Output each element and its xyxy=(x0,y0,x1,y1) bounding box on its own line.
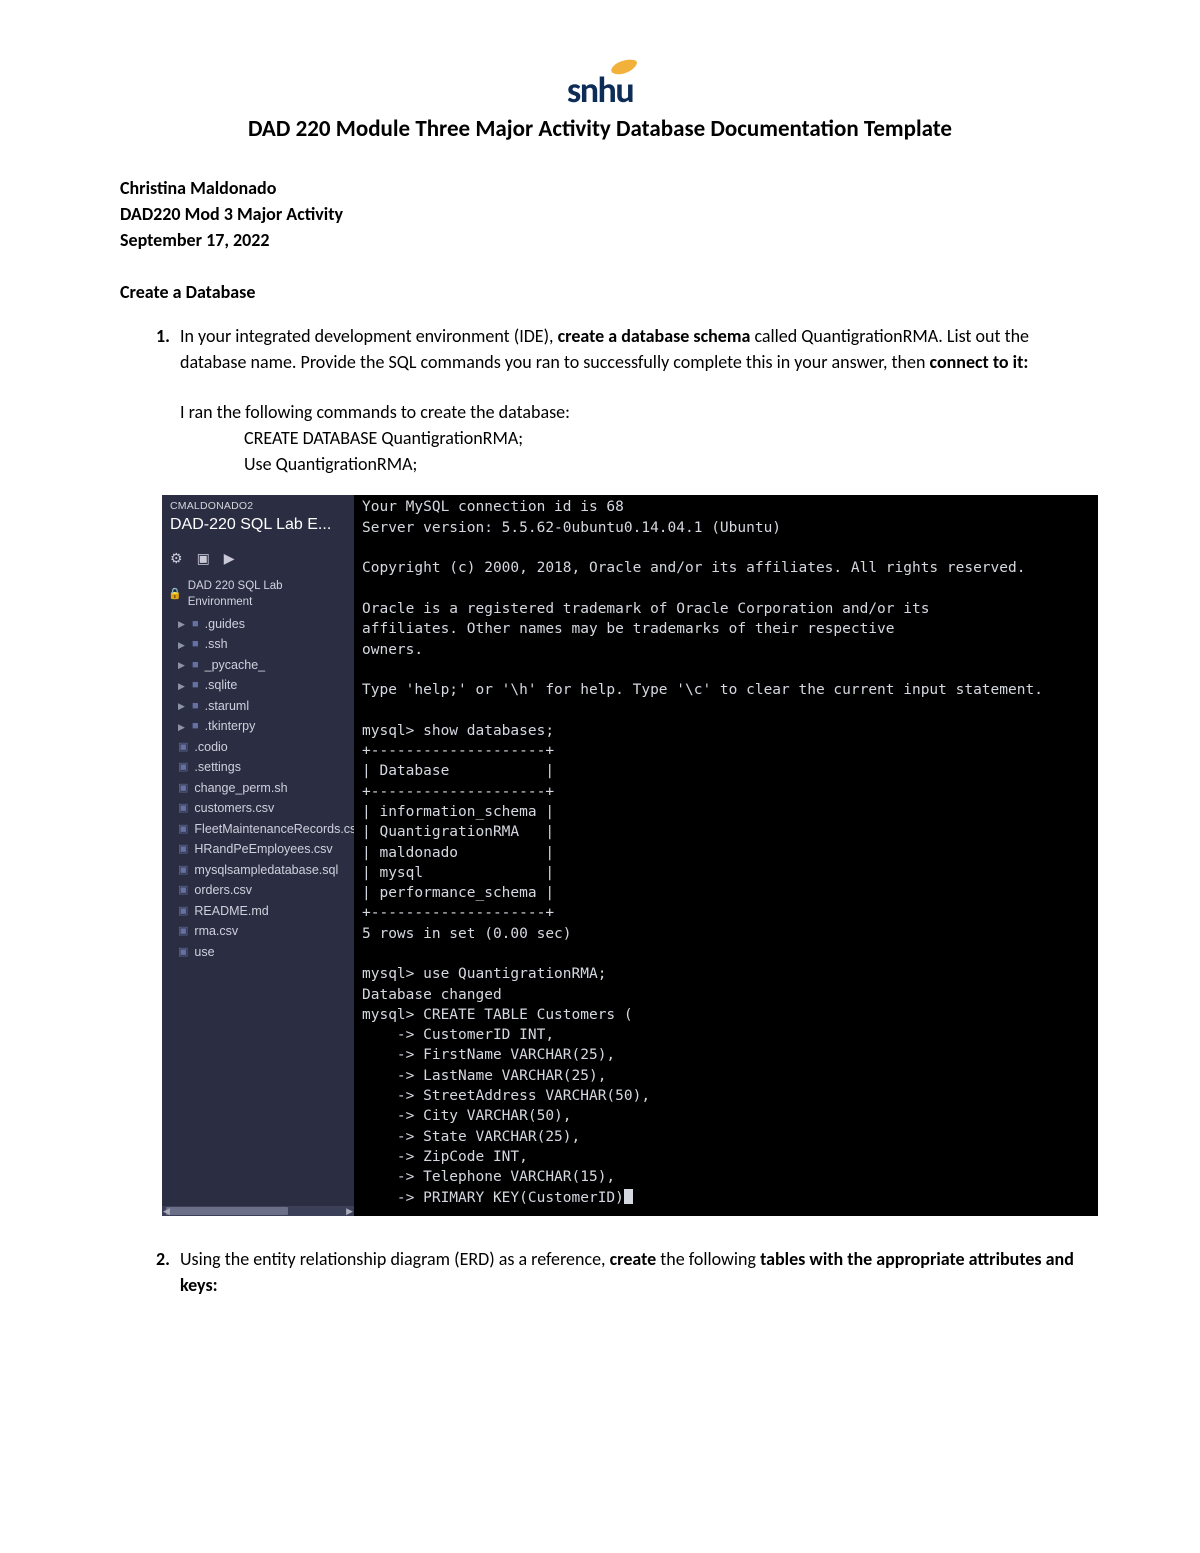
tree-folder[interactable]: ▶■_pycache_ xyxy=(168,655,354,676)
sidebar-username: CMALDONADO2 xyxy=(162,495,354,514)
tree-file[interactable]: ▣README.md xyxy=(168,901,354,922)
tree-file[interactable]: ▣customers.csv xyxy=(168,799,354,820)
tree-file[interactable]: ▣change_perm.sh xyxy=(168,778,354,799)
tree-file[interactable]: ▣.settings xyxy=(168,758,354,779)
folder-icon: ■ xyxy=(192,637,199,652)
tree-file[interactable]: ▣use xyxy=(168,942,354,963)
author-name: Christina Maldonado xyxy=(120,177,1080,199)
file-icon: ▣ xyxy=(178,740,188,755)
gear-icon[interactable]: ⚙ xyxy=(170,549,183,569)
scroll-thumb[interactable] xyxy=(166,1207,288,1215)
folder-icon: ■ xyxy=(192,699,199,714)
scroll-left-icon[interactable]: ◀ xyxy=(163,1205,170,1218)
course-line: DAD220 Mod 3 Major Activity xyxy=(120,203,1080,225)
question-2: Using the entity relationship diagram (E… xyxy=(174,1246,1080,1298)
logo: snhu xyxy=(120,60,1080,107)
page-title: DAD 220 Module Three Major Activity Data… xyxy=(120,115,1080,143)
file-icon: ▣ xyxy=(178,924,188,939)
file-icon: ▣ xyxy=(178,842,188,857)
file-icon: ▣ xyxy=(178,781,188,796)
folder-icon: ■ xyxy=(192,719,199,734)
tree-file[interactable]: ▣HRandPeEmployees.csv xyxy=(168,840,354,861)
date-line: September 17, 2022 xyxy=(120,229,1080,251)
ide-sidebar: CMALDONADO2 DAD-220 SQL Lab E... ⚙ ▣ ▶ 🔒… xyxy=(162,495,354,1215)
file-icon: ▣ xyxy=(178,945,188,960)
sidebar-toolbar: ⚙ ▣ ▶ xyxy=(162,547,354,577)
answer-intro: I ran the following commands to create t… xyxy=(180,399,1080,425)
file-icon: ▣ xyxy=(178,883,188,898)
question-list: In your integrated development environme… xyxy=(120,323,1080,1298)
tree-file[interactable]: ▣.codio xyxy=(168,737,354,758)
file-icon: ▣ xyxy=(178,863,188,878)
file-icon: ▣ xyxy=(178,822,188,837)
tree-file[interactable]: ▣orders.csv xyxy=(168,881,354,902)
tree-file[interactable]: ▣rma.csv xyxy=(168,922,354,943)
sidebar-scrollbar[interactable]: ◀ ▶ xyxy=(162,1206,354,1216)
folder-icon: ■ xyxy=(192,658,199,673)
tree-folder[interactable]: ▶■.sqlite xyxy=(168,676,354,697)
tree-folder[interactable]: ▶■.guides xyxy=(168,614,354,635)
tree-folder[interactable]: ▶■.ssh xyxy=(168,635,354,656)
tree-folder[interactable]: ▶■.staruml xyxy=(168,696,354,717)
file-icon: ▣ xyxy=(178,760,188,775)
terminal-pane[interactable]: Your MySQL connection id is 68 Server ve… xyxy=(354,495,1098,1215)
flame-icon xyxy=(610,59,638,75)
sidebar-project-title: DAD-220 SQL Lab E... xyxy=(162,514,354,546)
sql-command-1: CREATE DATABASE QuantigrationRMA; xyxy=(244,425,1080,451)
terminal-output: Your MySQL connection id is 68 Server ve… xyxy=(362,499,1043,1205)
file-tree: ▶■.guides ▶■.ssh ▶■_pycache_ ▶■.sqlite ▶… xyxy=(162,614,354,1216)
tree-file[interactable]: ▣FleetMaintenanceRecords.cs xyxy=(168,819,354,840)
document-page: snhu DAD 220 Module Three Major Activity… xyxy=(0,0,1200,1396)
terminal-cursor xyxy=(624,1189,633,1204)
logo-text: snhu xyxy=(567,68,633,112)
folder-icon: ■ xyxy=(192,617,199,632)
author-meta: Christina Maldonado DAD220 Mod 3 Major A… xyxy=(120,177,1080,251)
folder-icon: ■ xyxy=(192,678,199,693)
play-icon[interactable]: ▶ xyxy=(224,549,235,569)
question-1: In your integrated development environme… xyxy=(174,323,1080,1216)
scroll-right-icon[interactable]: ▶ xyxy=(346,1205,353,1218)
tree-folder[interactable]: ▶■.tkinterpy xyxy=(168,717,354,738)
sidebar-env-row[interactable]: 🔒 DAD 220 SQL Lab Environment xyxy=(162,576,354,612)
stop-icon[interactable]: ▣ xyxy=(197,549,210,569)
tree-file[interactable]: ▣mysqlsampledatabase.sql xyxy=(168,860,354,881)
file-icon: ▣ xyxy=(178,801,188,816)
file-icon: ▣ xyxy=(178,904,188,919)
sql-command-2: Use QuantigrationRMA; xyxy=(244,451,1080,477)
section-heading: Create a Database xyxy=(120,281,1080,303)
lock-icon: 🔒 xyxy=(168,587,182,602)
sidebar-env-label: DAD 220 SQL Lab Environment xyxy=(188,578,348,610)
ide-screenshot: CMALDONADO2 DAD-220 SQL Lab E... ⚙ ▣ ▶ 🔒… xyxy=(162,495,1098,1215)
